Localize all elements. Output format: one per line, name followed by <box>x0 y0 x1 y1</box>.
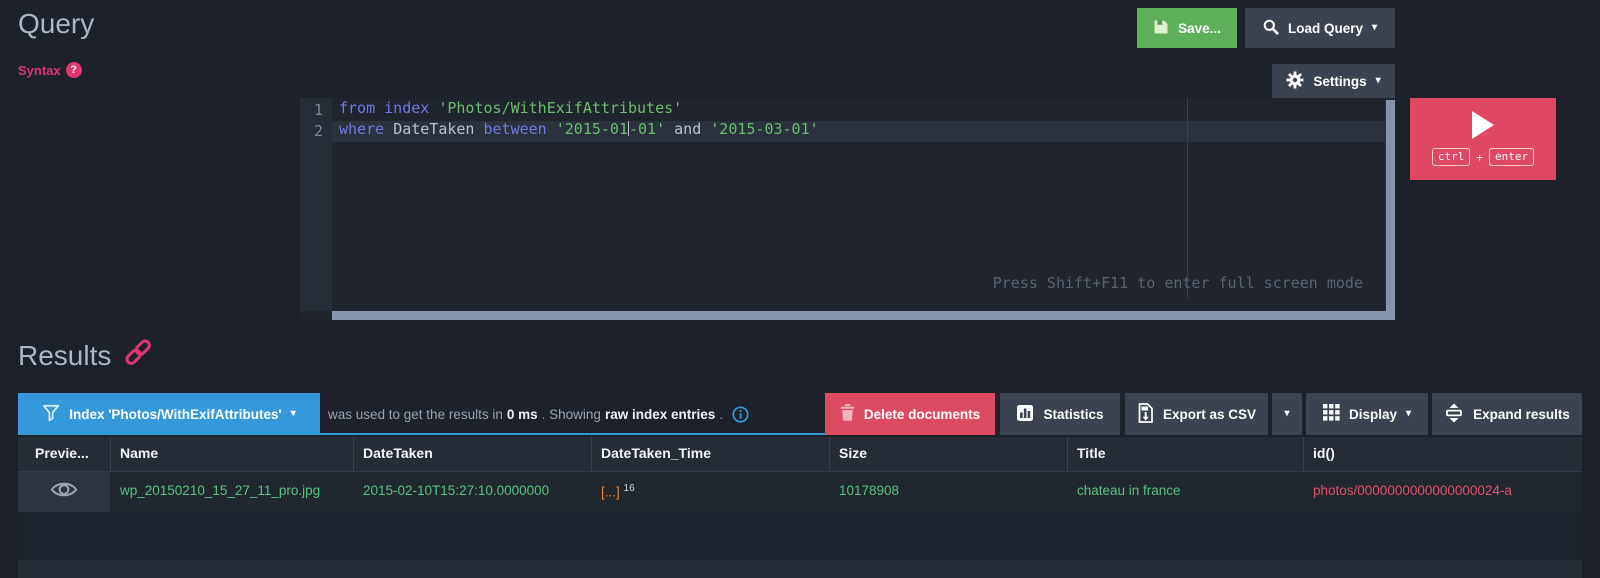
syntax-help-link[interactable]: Syntax ? <box>18 62 82 78</box>
cell-name: wp_20150210_15_27_11_pro.jpg <box>120 483 321 498</box>
save-icon <box>1153 19 1169 38</box>
info-icon[interactable] <box>732 405 749 423</box>
results-meta-text: was used to get the results in 0 ms . Sh… <box>328 393 749 435</box>
index-icon <box>42 404 60 425</box>
syntax-label: Syntax <box>18 62 61 78</box>
query-editor[interactable]: 1 2 from index 'Photos/WithExifAttribute… <box>300 98 1395 320</box>
table-row: wp_20150210_15_27_11_pro.jpg 2015-02-10T… <box>18 472 1582 512</box>
column-header-datetaken-time[interactable]: DateTaken_Time <box>601 445 711 461</box>
editor-vertical-scrollbar[interactable] <box>1385 100 1395 311</box>
column-header-id[interactable]: id() <box>1313 445 1335 461</box>
trash-icon <box>840 404 855 424</box>
settings-button[interactable]: Settings ▾ <box>1272 64 1395 98</box>
export-csv-button[interactable]: Export as CSV <box>1125 393 1268 435</box>
page-title: Query <box>18 8 95 39</box>
ctrl-key-badge: ctrl <box>1431 148 1471 166</box>
export-csv-caret-button[interactable]: ▾ <box>1272 393 1302 435</box>
save-button-label: Save... <box>1178 20 1221 36</box>
expand-results-button[interactable]: Expand results <box>1432 393 1582 435</box>
grid-header-row: Previe... Name DateTaken DateTaken_Time … <box>18 437 1582 472</box>
statistics-label: Statistics <box>1043 406 1104 422</box>
chevron-down-icon: ▾ <box>1284 408 1290 419</box>
eye-icon <box>50 480 78 504</box>
code-line-1: from index 'Photos/WithExifAttributes' <box>339 99 683 117</box>
cell-datetaken: 2015-02-10T15:27:10.0000000 <box>363 483 550 498</box>
run-query-button[interactable]: ctrl + enter <box>1410 98 1556 180</box>
collection-count-superscript: 16 <box>623 483 635 494</box>
index-used-dropdown[interactable]: Index 'Photos/WithExifAttributes' ▾ <box>18 393 320 435</box>
index-used-label: Index 'Photos/WithExifAttributes' <box>69 406 282 422</box>
grid-icon <box>1322 404 1340 424</box>
chevron-down-icon: ▾ <box>290 408 296 419</box>
cell-size: 10178908 <box>839 483 900 498</box>
play-icon <box>1472 111 1494 139</box>
toolbar-underline <box>18 433 825 435</box>
column-header-name[interactable]: Name <box>120 445 158 461</box>
preview-button[interactable] <box>18 472 110 512</box>
display-button[interactable]: Display ▾ <box>1306 393 1428 435</box>
delete-documents-button[interactable]: Delete documents <box>825 393 995 435</box>
delete-documents-label: Delete documents <box>863 406 981 422</box>
results-title: Results <box>18 338 153 373</box>
fullscreen-hint: Press Shift+F11 to enter full screen mod… <box>992 274 1363 292</box>
load-query-button[interactable]: Load Query ▾ <box>1245 8 1395 48</box>
export-csv-label: Export as CSV <box>1162 406 1257 422</box>
column-header-preview[interactable]: Previe... <box>35 445 89 461</box>
line-number: 1 <box>313 101 323 119</box>
cell-title: chateau in france <box>1077 483 1181 498</box>
editor-horizontal-scrollbar[interactable] <box>332 311 1395 320</box>
link-icon[interactable] <box>123 338 153 373</box>
line-number: 2 <box>313 122 323 140</box>
csv-file-icon <box>1137 402 1154 426</box>
chevron-down-icon: ▾ <box>1371 22 1378 33</box>
results-grid: Previe... Name DateTaken DateTaken_Time … <box>18 437 1582 578</box>
plus-sign: + <box>1476 150 1483 164</box>
code-line-2: where DateTaken between '2015-01-01' and… <box>339 120 819 138</box>
expand-results-label: Expand results <box>1473 406 1570 422</box>
expand-icon <box>1444 403 1464 426</box>
save-button[interactable]: Save... <box>1137 8 1237 48</box>
search-icon <box>1263 19 1279 38</box>
bar-chart-icon <box>1016 404 1034 425</box>
cell-datetaken-time: [...] 16 <box>601 483 635 500</box>
editor-code-area[interactable]: from index 'Photos/WithExifAttributes' w… <box>332 98 1385 311</box>
column-header-title[interactable]: Title <box>1077 445 1106 461</box>
column-header-size[interactable]: Size <box>839 445 867 461</box>
enter-key-badge: enter <box>1489 148 1535 166</box>
statistics-button[interactable]: Statistics <box>1000 393 1120 435</box>
display-label: Display <box>1348 406 1397 422</box>
grid-scroll-track[interactable] <box>18 560 1582 578</box>
cell-document-id-link[interactable]: photos/0000000000000000024-a <box>1313 483 1512 498</box>
help-question-icon: ? <box>65 62 82 78</box>
settings-label: Settings <box>1313 73 1367 89</box>
load-query-label: Load Query <box>1287 20 1363 36</box>
chevron-down-icon: ▾ <box>1375 75 1381 86</box>
chevron-down-icon: ▾ <box>1406 408 1412 419</box>
editor-gutter: 1 2 <box>300 98 332 311</box>
gear-icon <box>1286 71 1304 92</box>
shortcut-hint: ctrl + enter <box>1431 148 1535 166</box>
column-header-datetaken[interactable]: DateTaken <box>363 445 433 461</box>
